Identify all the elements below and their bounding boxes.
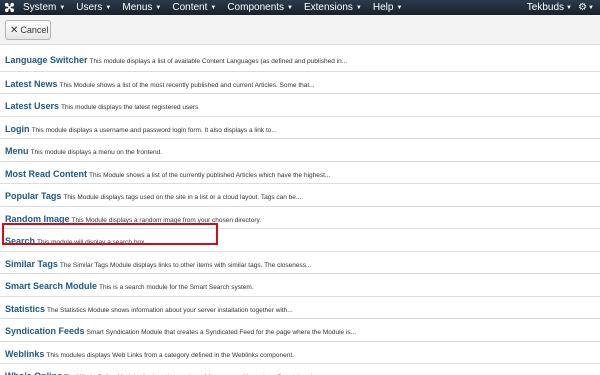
module-row: Statistics The Statistics Module shows in… — [0, 295, 600, 319]
module-title-link[interactable]: Login — [5, 124, 30, 134]
module-description: This Module displays tags used on the si… — [63, 194, 302, 201]
user-menu[interactable]: Tekbuds ▼ — [527, 0, 572, 16]
module-title-link[interactable]: Search — [5, 236, 35, 246]
module-description: This module displays a menu on the front… — [30, 149, 163, 156]
menu-content[interactable]: Content ▼ — [172, 0, 216, 16]
menu-menus[interactable]: Menus ▼ — [122, 0, 161, 16]
module-title-link[interactable]: Who's Online — [5, 371, 62, 375]
menu-label: Components — [227, 2, 285, 13]
module-row: Popular Tags This Module displays tags us… — [0, 183, 600, 206]
module-title-link[interactable]: Syndication Feeds — [5, 326, 85, 336]
menu-label: Help — [372, 2, 394, 13]
menu-users[interactable]: Users ▼ — [76, 0, 111, 16]
module-description: This module displays the latest register… — [61, 104, 199, 111]
menu-label: System — [23, 2, 57, 13]
module-row: Smart Search Module This is a search modu… — [0, 273, 600, 296]
module-title-link[interactable]: Smart Search Module — [5, 281, 97, 291]
caret-down-icon: ▼ — [59, 5, 66, 11]
module-row: Latest News This Module shows a list of t… — [0, 70, 600, 94]
menu-components[interactable]: Components ▼ — [227, 0, 293, 16]
module-title-link[interactable]: Similar Tags — [5, 259, 58, 269]
caret-down-icon: ▼ — [588, 5, 594, 11]
module-title-link[interactable]: Weblinks — [5, 349, 44, 359]
module-title-link[interactable]: Menu — [5, 146, 29, 156]
module-row: Menu This module displays a menu on the f… — [0, 138, 600, 161]
module-title-link[interactable]: Latest Users — [5, 101, 59, 111]
module-row: Most Read Content This Module shows a lis… — [0, 160, 600, 184]
toolbar: ✕ Cancel — [0, 15, 600, 45]
module-row: Language Switcher This module displays a … — [0, 48, 600, 71]
module-row: Random Image This Module displays a rando… — [0, 205, 600, 229]
settings-menu[interactable]: ⚙▼ — [578, 0, 594, 16]
module-title-link[interactable]: Latest News — [5, 79, 58, 89]
caret-down-icon: ▼ — [105, 5, 112, 11]
module-title-link[interactable]: Random Image — [5, 214, 70, 224]
caret-down-icon: ▼ — [396, 5, 403, 11]
module-row: Weblinks This modules displays Web Links … — [0, 340, 600, 364]
module-title-link[interactable]: Popular Tags — [5, 191, 61, 201]
cancel-label: Cancel — [20, 25, 49, 35]
menu-label: Content — [172, 2, 208, 13]
menu-label: Extensions — [303, 2, 353, 13]
module-description: This module will display a search box. — [37, 239, 147, 246]
caret-down-icon: ▼ — [210, 5, 217, 11]
module-description: This Module displays a random image from… — [71, 216, 262, 224]
module-description: This Module shows a list of the currentl… — [89, 171, 331, 179]
module-row: Who's OnlineThe Who's Online Module disp… — [0, 363, 600, 375]
module-row: Similar Tags The Similar Tags Module disp… — [0, 250, 600, 274]
module-row: Search This module will display a search … — [0, 228, 600, 251]
module-title-link[interactable]: Statistics — [5, 304, 45, 314]
close-icon: ✕ — [10, 25, 19, 36]
menu-label: Menus — [122, 2, 153, 13]
user-name: Tekbuds — [526, 2, 565, 13]
module-description: The Statistics Module shows information … — [47, 306, 293, 314]
module-description: This modules displays Web Links from a c… — [46, 351, 294, 359]
caret-down-icon: ▼ — [355, 5, 362, 11]
module-row: Latest Users This module displays the lat… — [0, 93, 600, 116]
top-menu-bar: System ▼ Users ▼ Menus ▼ Content ▼ Component… — [0, 0, 600, 15]
cancel-button[interactable]: ✕ Cancel — [5, 20, 51, 40]
gear-icon: ⚙ — [578, 2, 588, 13]
module-type-list: Language Switcher This module displays a … — [0, 48, 600, 375]
menu-extensions[interactable]: Extensions ▼ — [304, 0, 362, 16]
caret-down-icon: ▼ — [566, 5, 572, 11]
caret-down-icon: ▼ — [155, 5, 162, 11]
menu-system[interactable]: System ▼ — [23, 0, 65, 16]
module-title-link[interactable]: Most Read Content — [5, 169, 87, 179]
module-description: This module displays a username and pass… — [31, 126, 277, 134]
module-description: This is a search module for the Smart Se… — [99, 284, 254, 291]
module-description: The Similar Tags Module displays links t… — [59, 261, 312, 269]
module-title-link[interactable]: Language Switcher — [5, 55, 88, 65]
module-row: Syndication Feeds Smart Syndication Modul… — [0, 318, 600, 341]
main-menu: System ▼ Users ▼ Menus ▼ Content ▼ Component… — [23, 0, 413, 16]
module-row: Login This module displays a username and… — [0, 115, 600, 139]
joomla-logo-icon[interactable] — [4, 2, 15, 13]
module-description: This Module shows a list of the most rec… — [59, 81, 315, 89]
caret-down-icon: ▼ — [287, 5, 293, 11]
menu-label: Users — [76, 2, 103, 13]
module-description: Smart Syndication Module that creates a … — [86, 329, 357, 336]
menu-help[interactable]: Help ▼ — [373, 0, 403, 16]
module-description: This module displays a list of available… — [89, 58, 348, 65]
